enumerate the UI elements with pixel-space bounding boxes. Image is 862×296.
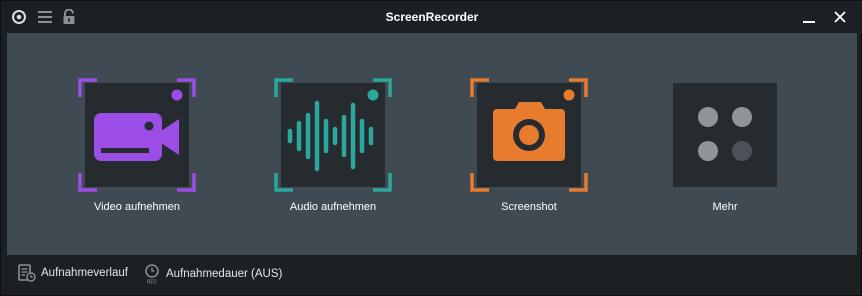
recording-duration-label: Aufnahmedauer (AUS) <box>166 268 283 280</box>
audio-record-label[interactable]: Audio aufnehmen <box>253 201 413 213</box>
svg-text:REC: REC <box>147 280 158 285</box>
more-tile[interactable] <box>665 77 785 197</box>
recording-history-button[interactable]: Aufnahmeverlauf <box>18 264 128 282</box>
more-label[interactable]: Mehr <box>645 201 805 213</box>
screenshot-tile-frame <box>470 78 588 192</box>
history-list-icon <box>18 264 36 282</box>
timer-rec-icon: REC <box>145 264 159 285</box>
bottom-bar: Aufnahmeverlauf REC Aufnahmedauer (AUS) <box>7 255 857 291</box>
camera-icon <box>493 102 565 161</box>
recording-duration-button[interactable]: REC Aufnahmedauer (AUS) <box>143 264 282 284</box>
window-title: ScreenRecorder <box>385 10 479 24</box>
video-record-label[interactable]: Video aufnehmen <box>57 201 217 213</box>
more-tile-frame <box>673 83 777 187</box>
recording-history-label: Aufnahmeverlauf <box>41 267 128 279</box>
title-bar: ScreenRecorder <box>1 1 862 33</box>
audio-record-tile[interactable] <box>273 77 393 197</box>
app-window: ScreenRecorder Video aufnehmen Audio auf… <box>0 0 862 296</box>
video-record-tile[interactable] <box>77 77 197 197</box>
screenshot-label[interactable]: Screenshot <box>449 201 609 213</box>
close-button[interactable] <box>831 8 849 26</box>
minimize-button[interactable] <box>800 8 818 26</box>
main-panel: Video aufnehmen Audio aufnehmen Screensh… <box>7 33 857 255</box>
screenshot-tile[interactable] <box>469 77 589 197</box>
video-tile-frame <box>78 78 196 192</box>
audio-tile-frame <box>274 78 392 192</box>
